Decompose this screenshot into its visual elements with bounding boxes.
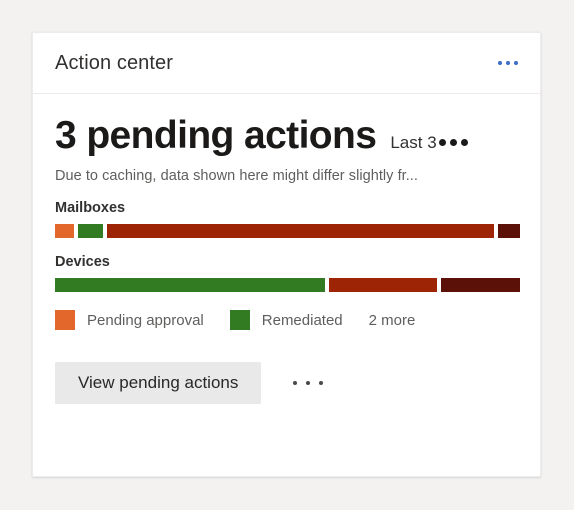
status-bar-devices[interactable] — [55, 278, 520, 292]
view-pending-actions-button[interactable]: View pending actions — [55, 362, 262, 404]
bar-label-mailboxes: Mailboxes — [55, 200, 126, 216]
status-bar-segment[interactable] — [78, 224, 104, 238]
action-center-card: Action center 3 pending actions Last 3 D… — [32, 32, 541, 477]
ellipsis-dot — [306, 381, 311, 385]
legend-item-remediated: Remediated — [229, 310, 343, 330]
caching-disclaimer-text: Due to caching, data shown here might di… — [55, 168, 418, 184]
truncation-ellipsis-icon — [438, 139, 468, 146]
ellipsis-dot — [460, 139, 468, 146]
legend-item-pending-approval: Pending approval — [55, 310, 204, 330]
legend-label: Pending approval — [87, 311, 204, 329]
status-bar-segment[interactable] — [441, 278, 520, 292]
ellipsis-dot — [293, 381, 298, 385]
card-header: Action center — [33, 33, 540, 94]
headline-suffix-text: Last 3 — [390, 133, 437, 152]
headline-suffix: Last 3 — [390, 133, 468, 153]
status-bar-segment[interactable] — [107, 224, 495, 238]
ellipsis-dot — [506, 61, 510, 65]
legend: Pending approval Remediated 2 more — [55, 310, 518, 330]
status-bar-mailboxes[interactable] — [55, 224, 520, 238]
bar-group-mailboxes: Mailboxes — [55, 200, 520, 238]
page-title: Action center — [55, 51, 174, 74]
ellipsis-dot — [449, 139, 457, 146]
bar-label-devices: Devices — [55, 254, 110, 270]
status-bar-segment[interactable] — [55, 224, 75, 238]
status-bar-segment[interactable] — [328, 278, 438, 292]
header-ellipsis-icon[interactable] — [494, 55, 522, 71]
bar-group-devices: Devices — [55, 254, 520, 292]
ellipsis-dot — [498, 61, 502, 65]
legend-label: Remediated — [261, 311, 343, 329]
legend-swatch-icon — [229, 310, 250, 330]
card-body: 3 pending actions Last 3 Due to caching,… — [33, 94, 540, 330]
legend-swatch-icon — [55, 310, 75, 330]
ellipsis-dot — [514, 61, 518, 65]
ellipsis-dot — [319, 381, 324, 385]
pending-actions-headline: 3 pending actions — [55, 114, 377, 157]
ellipsis-dot — [438, 139, 446, 146]
headline-row: 3 pending actions Last 3 — [55, 112, 518, 160]
status-bar-segment[interactable] — [498, 224, 520, 238]
status-bar-segment[interactable] — [55, 278, 325, 292]
footer-ellipsis-icon[interactable] — [289, 373, 327, 393]
card-footer: View pending actions — [33, 362, 540, 404]
legend-more-link[interactable]: 2 more — [369, 312, 416, 329]
